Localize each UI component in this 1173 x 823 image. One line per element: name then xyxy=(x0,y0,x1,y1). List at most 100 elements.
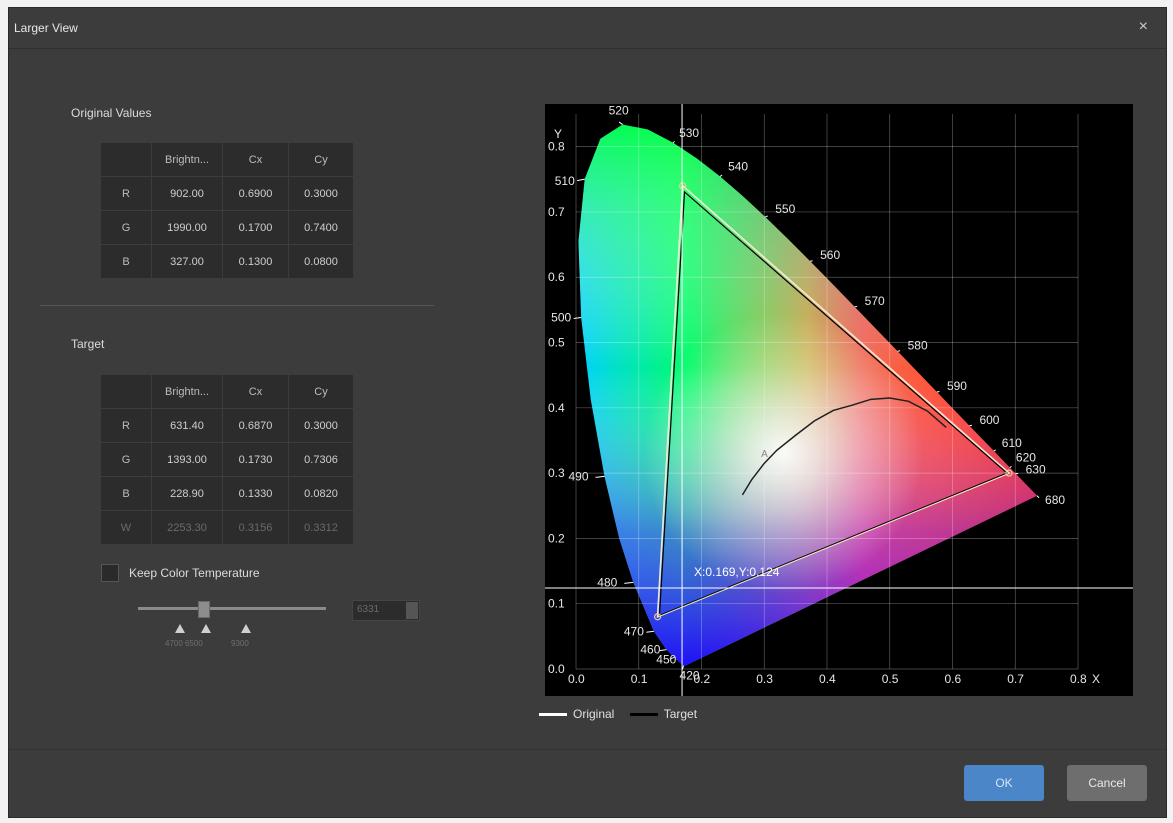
cx-cell: 0.3156 xyxy=(223,511,288,544)
ok-button[interactable]: OK xyxy=(964,765,1044,801)
header-cy: Cy xyxy=(289,375,353,408)
row-label: G xyxy=(101,211,151,244)
wavelength-label: 460 xyxy=(640,643,660,657)
header-cx: Cx xyxy=(223,375,288,408)
x-tick-label: 0.4 xyxy=(819,672,836,686)
legend-original: Original xyxy=(539,707,614,721)
wavelength-label: 580 xyxy=(908,338,928,352)
x-tick-label: 0.8 xyxy=(1070,672,1087,686)
header-cy: Cy xyxy=(289,143,353,176)
brightness-cell: 228.90 xyxy=(152,477,222,510)
legend-target: Target xyxy=(629,707,698,721)
legend-target-swatch xyxy=(629,713,658,717)
target-values-table: Brightn... Cx Cy R 631.40 0.6870 0.3000 … xyxy=(100,374,354,545)
header-blank xyxy=(101,143,151,176)
wavelength-label: 610 xyxy=(1002,436,1022,450)
preset-4700-label: 4700 xyxy=(165,639,183,648)
legend-original-label: Original xyxy=(573,707,615,721)
row-label: R xyxy=(101,177,151,210)
x-tick-label: 0.6 xyxy=(945,672,962,686)
brightness-cell: 902.00 xyxy=(152,177,222,210)
wavelength-tick xyxy=(810,260,813,262)
table-row: G 1990.00 0.1700 0.7400 xyxy=(101,211,353,244)
brightness-cell: 1393.00 xyxy=(152,443,222,476)
wavelength-label: 560 xyxy=(820,248,840,262)
row-label: B xyxy=(101,477,151,510)
cie-diagram-svg[interactable]: 0.0 0.1 0.2 0.3 0.4 0.5 0.6 0.7 0.80.00.10.20.30… xyxy=(545,104,1133,696)
footer-divider xyxy=(9,749,1166,750)
wavelength-label: 600 xyxy=(979,413,999,427)
keep-color-temp-label: Keep Color Temperature xyxy=(129,566,260,580)
cy-cell: 0.7400 xyxy=(289,211,353,244)
y-tick-label: 0.3 xyxy=(548,466,565,480)
cx-cell: 0.1700 xyxy=(223,211,288,244)
cx-cell: 0.1300 xyxy=(223,245,288,278)
table-row: B 228.90 0.1330 0.0820 xyxy=(101,477,353,510)
wavelength-label: 570 xyxy=(865,294,885,308)
cancel-button[interactable]: Cancel xyxy=(1067,765,1147,801)
header-brightness: Brightn... xyxy=(152,143,222,176)
wavelength-label: 500 xyxy=(551,310,571,324)
table-header-row: Brightn... Cx Cy xyxy=(101,143,353,176)
brightness-cell: 327.00 xyxy=(152,245,222,278)
row-label: B xyxy=(101,245,151,278)
header-brightness: Brightn... xyxy=(152,375,222,408)
cy-cell: 0.0800 xyxy=(289,245,353,278)
brightness-cell: 1990.00 xyxy=(152,211,222,244)
y-tick-label: 0.8 xyxy=(548,140,565,154)
spinner-arrows-icon[interactable] xyxy=(406,602,418,619)
wavelength-label: 420 xyxy=(680,669,700,683)
cy-cell: 0.3000 xyxy=(289,409,353,442)
cx-cell: 0.1730 xyxy=(223,443,288,476)
legend-original-swatch xyxy=(539,713,567,717)
color-temp-spinbox[interactable]: 6331 xyxy=(352,600,420,621)
color-temp-slider-track[interactable] xyxy=(138,607,326,610)
cie-chromaticity-chart: 0.0 0.1 0.2 0.3 0.4 0.5 0.6 0.7 0.8 0.0 0.1 0.2 0.3 0… xyxy=(545,104,1133,696)
wavelength-tick xyxy=(969,424,973,427)
preset-9300-marker[interactable] xyxy=(241,624,251,633)
wavelength-label: 520 xyxy=(609,104,629,118)
wavelength-label: 540 xyxy=(728,159,748,173)
dialog-titlebar: Larger View × xyxy=(9,8,1166,49)
wavelength-label: 480 xyxy=(597,575,617,589)
y-tick-label: 0.7 xyxy=(548,205,565,219)
wavelength-tick xyxy=(936,391,940,393)
original-values-label: Original Values xyxy=(71,106,152,120)
table-row: W 2253.30 0.3156 0.3312 xyxy=(101,511,353,544)
y-tick-label: 0.6 xyxy=(548,270,565,284)
legend-target-label: Target xyxy=(663,707,698,721)
preset-6500-label: 6500 xyxy=(185,639,203,648)
wavelength-label: 680 xyxy=(1045,493,1065,507)
y-tick-label: 0.2 xyxy=(548,531,565,545)
table-row: G 1393.00 0.1730 0.7306 xyxy=(101,443,353,476)
row-label: R xyxy=(101,409,151,442)
brightness-cell: 631.40 xyxy=(152,409,222,442)
cx-cell: 0.6900 xyxy=(223,177,288,210)
dialog-title: Larger View xyxy=(14,21,78,35)
cy-cell: 0.7306 xyxy=(289,443,353,476)
color-temp-value: 6331 xyxy=(357,604,380,615)
larger-view-dialog: Larger View × Original Values Brightn...… xyxy=(8,7,1167,818)
header-blank xyxy=(101,375,151,408)
target-label: Target xyxy=(71,337,105,351)
wavelength-label: 630 xyxy=(1026,463,1046,477)
brightness-cell: 2253.30 xyxy=(152,511,222,544)
x-tick-label: 0.3 xyxy=(756,672,773,686)
wavelength-label: 470 xyxy=(624,624,644,638)
cx-cell: 0.1330 xyxy=(223,477,288,510)
keep-color-temp-checkbox[interactable] xyxy=(101,564,119,582)
chart-legend: Original Target xyxy=(539,707,709,721)
x-axis-label: X xyxy=(1092,672,1100,686)
preset-6500-marker[interactable] xyxy=(201,624,211,633)
cursor-readout: X:0.169,Y:0.124 xyxy=(694,565,780,579)
wavelength-tick xyxy=(897,350,901,352)
cy-cell: 0.3000 xyxy=(289,177,353,210)
cy-cell: 0.0820 xyxy=(289,477,353,510)
wavelength-label: 550 xyxy=(775,202,795,216)
table-row: R 902.00 0.6900 0.3000 xyxy=(101,177,353,210)
color-temp-slider-handle[interactable] xyxy=(198,601,210,618)
preset-4700-marker[interactable] xyxy=(175,624,185,633)
header-cx: Cx xyxy=(223,143,288,176)
close-icon[interactable]: × xyxy=(1139,18,1148,36)
row-label: G xyxy=(101,443,151,476)
